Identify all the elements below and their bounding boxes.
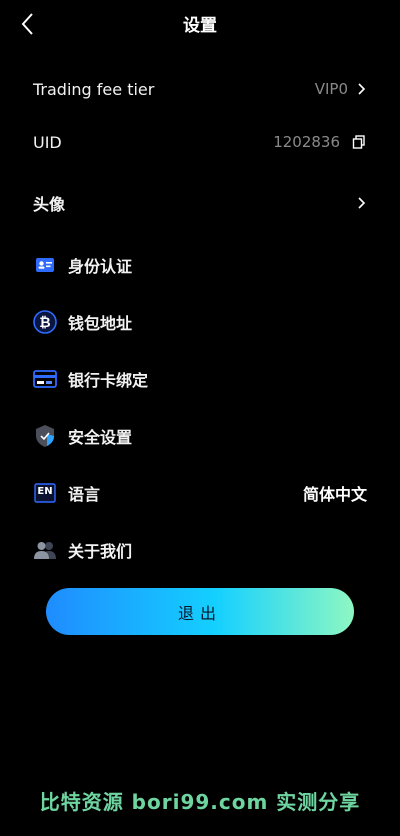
- row-about-us[interactable]: 关于我们: [0, 528, 400, 572]
- chevron-right-icon: [358, 83, 366, 95]
- language-icon-text: EN: [37, 486, 53, 497]
- bank-card-binding-label: 银行卡绑定: [68, 371, 149, 390]
- svg-text:₿: ₿: [39, 315, 50, 331]
- row-security-settings[interactable]: 安全设置: [0, 414, 400, 458]
- users-icon: [33, 538, 57, 562]
- row-identity-verification[interactable]: 身份认证: [0, 243, 400, 287]
- security-settings-label: 安全设置: [68, 428, 133, 447]
- copy-icon[interactable]: [352, 135, 366, 149]
- language-en-icon: EN: [33, 481, 57, 505]
- wallet-address-label: 钱包地址: [68, 314, 133, 333]
- row-language[interactable]: EN 语言 简体中文: [0, 471, 400, 515]
- row-trading-fee-tier[interactable]: Trading fee tier VIP0: [0, 67, 400, 111]
- trading-fee-tier-label: Trading fee tier: [33, 79, 155, 99]
- avatar-label: 头像: [33, 195, 66, 214]
- uid-value-group: 1202836: [273, 133, 366, 151]
- language-label: 语言: [68, 485, 101, 504]
- header-bar: 设置: [0, 0, 400, 46]
- about-us-label: 关于我们: [68, 542, 133, 561]
- uid-value: 1202836: [273, 133, 340, 151]
- trading-fee-tier-value-group: VIP0: [315, 80, 366, 98]
- identity-verification-label: 身份认证: [68, 257, 133, 276]
- row-wallet-address[interactable]: ₿ 钱包地址: [0, 300, 400, 344]
- logout-button[interactable]: 退出: [46, 588, 354, 635]
- row-uid: UID 1202836: [0, 120, 400, 164]
- bitcoin-icon: ₿: [33, 310, 57, 334]
- row-bank-card-binding[interactable]: 银行卡绑定: [0, 357, 400, 401]
- id-card-icon: [33, 253, 57, 277]
- avatar-chevron-group: [356, 196, 366, 210]
- watermark-text: 比特资源 bori99.com 实测分享: [39, 790, 361, 814]
- uid-label: UID: [33, 132, 62, 152]
- page-title: 设置: [183, 16, 217, 36]
- language-value: 简体中文: [302, 485, 367, 504]
- chevron-right-icon: [358, 197, 366, 209]
- shield-icon: [33, 424, 57, 448]
- row-avatar[interactable]: 头像: [0, 181, 400, 225]
- bank-card-icon: [33, 367, 57, 391]
- trading-fee-tier-value: VIP0: [314, 80, 348, 98]
